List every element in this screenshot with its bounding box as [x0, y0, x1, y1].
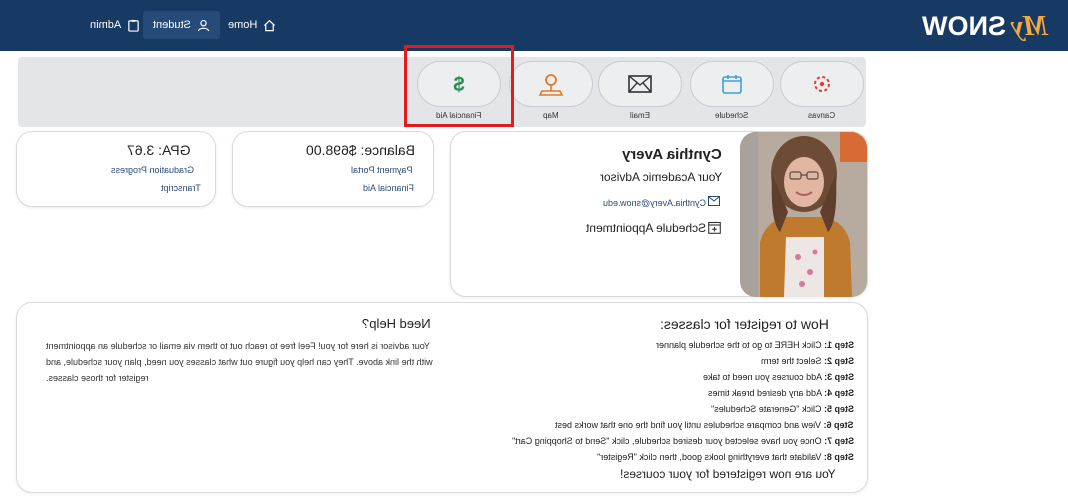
balance-card: Balance: $698.00 Payment Portal Financia…	[232, 131, 434, 207]
envelope-icon	[708, 196, 720, 206]
schedule-appointment-link[interactable]: Schedule Appointment	[572, 221, 706, 235]
top-navbar: Admin Student Home My SNOW	[0, 0, 1068, 51]
graduation-progress-link[interactable]: Graduation Progress	[111, 165, 194, 175]
person-icon	[197, 19, 210, 31]
quick-link-email[interactable]	[598, 61, 682, 107]
quick-link-schedule[interactable]	[690, 61, 774, 107]
nav-home[interactable]: Home	[218, 11, 286, 39]
calendar-icon	[722, 75, 742, 94]
gpa-title: GPA: 3.67	[127, 142, 191, 158]
nav-admin-text: Admin	[90, 19, 122, 31]
register-step: Step 2: Select the term	[760, 356, 854, 366]
nav-home-text: Home	[228, 19, 258, 31]
nav-student[interactable]: Student	[143, 11, 220, 39]
advisor-portrait	[740, 132, 867, 297]
quick-link-label: Email	[629, 111, 650, 120]
need-help-text: Your advisor is here for you! Feel free …	[46, 341, 433, 383]
gpa-card: GPA: 3.67 Graduation Progress Transcript	[16, 131, 216, 207]
canvas-icon	[814, 76, 830, 92]
quick-link-canvas[interactable]	[780, 61, 864, 107]
mysnow-logo[interactable]: My SNOW	[918, 8, 1050, 42]
register-step: Step 4: Add any desired break times	[707, 388, 854, 398]
svg-text:SNOW: SNOW	[921, 11, 1006, 41]
quick-link-label: Canvas	[808, 111, 836, 120]
register-step: Step 5: Click "Generate Schedules"	[711, 404, 854, 414]
need-help-title: Need Help?	[362, 316, 431, 331]
register-step: Step 6: View and compare schedules until…	[555, 420, 854, 430]
register-final-message: You are now registered for your courses!	[620, 467, 836, 481]
advisor-role: Your Academic Advisor	[599, 170, 722, 184]
advisor-email-link[interactable]: Cynthia.Avery@snow.edu	[590, 198, 706, 208]
nav-admin[interactable]: Admin	[80, 11, 150, 39]
clipboard-icon	[128, 19, 139, 32]
balance-title: Balance: $698.00	[306, 142, 415, 158]
envelope-icon	[628, 75, 652, 93]
financial-aid-link[interactable]: Financial Aid	[363, 183, 414, 193]
home-icon	[264, 19, 276, 31]
svg-text:My: My	[1010, 11, 1049, 42]
calendar-plus-icon	[708, 221, 721, 234]
advisor-name: Cynthia Avery	[622, 146, 722, 163]
quick-link-map[interactable]	[509, 61, 593, 107]
highlight-box	[404, 45, 514, 127]
map-pin-icon	[538, 74, 564, 96]
nav-student-text: Student	[153, 19, 191, 31]
register-step: Step 7: Once you have selected your desi…	[511, 436, 854, 446]
payment-portal-link[interactable]: Payment Portal	[351, 165, 413, 175]
quick-link-label: Schedule	[715, 111, 749, 120]
quick-link-label: Map	[543, 111, 559, 120]
mysnow-logo-graphic: My SNOW	[921, 11, 1049, 42]
register-title: How to register for classes:	[660, 316, 829, 332]
register-step: Step 1: Click HERE to go to the schedule…	[655, 340, 854, 350]
transcript-link[interactable]: Transcript	[161, 183, 201, 193]
register-step: Step 3: Add courses you need to take	[702, 372, 854, 382]
register-step: Step 8: Validate that everything looks g…	[597, 452, 854, 462]
advisor-photo	[740, 132, 867, 297]
